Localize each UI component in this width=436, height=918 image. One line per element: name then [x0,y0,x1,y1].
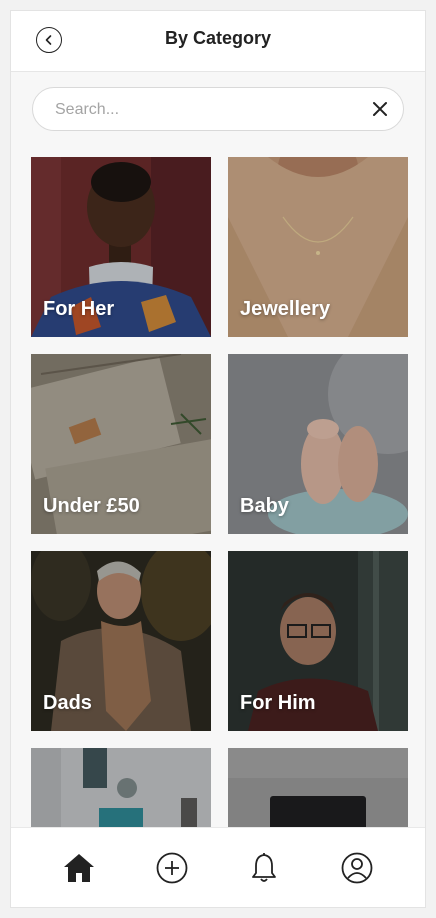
add-circle-icon [156,852,188,884]
app-screen: By Category Search... For Her Jewellery … [10,10,426,908]
top-bar: By Category [11,11,425,72]
category-tile-for-him[interactable]: For Him [228,551,408,731]
home-icon [64,854,94,882]
account-icon [341,852,373,884]
search-input[interactable] [53,98,357,122]
category-tile-baby[interactable]: Baby [228,354,408,534]
tab-account[interactable] [339,850,375,886]
category-label: Under £50 [43,495,140,517]
bell-icon [252,853,276,882]
bottom-tab-bar [11,827,425,907]
category-label: For Him [240,692,316,714]
tab-notifications[interactable] [246,850,282,886]
search-bar [32,87,404,131]
category-label: Jewellery [240,298,331,320]
page-title: By Category [164,28,272,48]
category-label: Dads [43,692,92,714]
tab-home[interactable] [61,850,97,886]
category-label: Baby [240,495,289,517]
category-tile-under-50[interactable]: Under £50 [31,354,211,534]
tab-add[interactable] [154,850,190,886]
category-tile-dads[interactable]: Dads [31,551,211,731]
clear-search-button[interactable] [371,100,389,118]
close-icon [373,102,387,116]
category-label: For Her [43,298,115,320]
category-tile-jewellery[interactable]: Jewellery [228,157,408,337]
category-tile-for-her[interactable]: For Her [31,157,211,337]
